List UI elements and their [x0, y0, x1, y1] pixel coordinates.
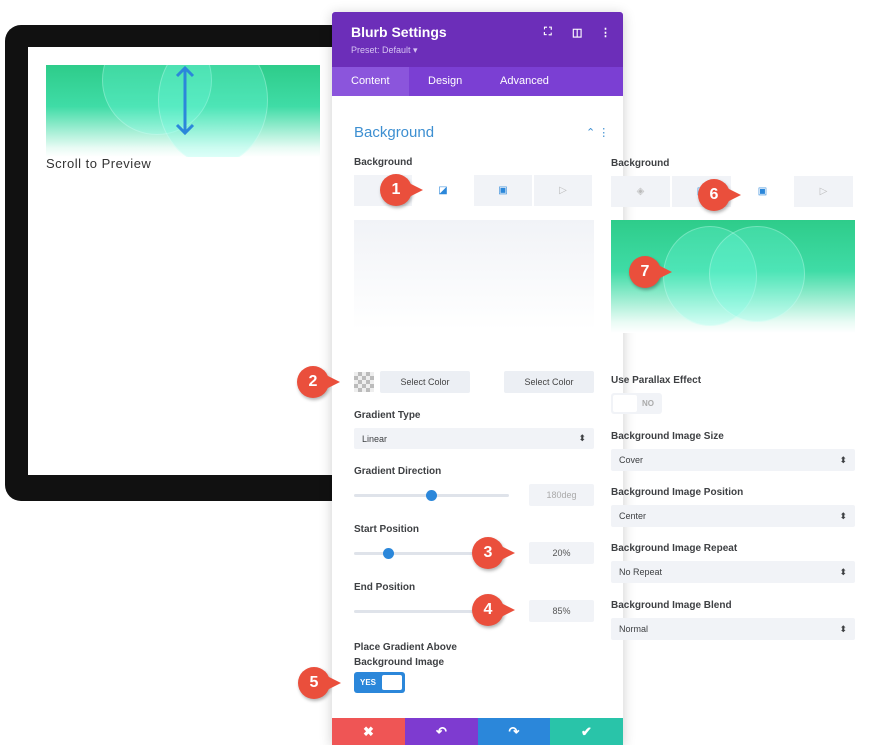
tab-design[interactable]: Design [409, 67, 481, 96]
transparent-swatch[interactable] [354, 372, 374, 392]
gradient-type-select[interactable]: Linear ⬍ [354, 428, 594, 449]
select-value: Normal [619, 624, 649, 634]
end-position-label: End Position [354, 582, 416, 593]
image-icon: ▣ [757, 186, 768, 197]
image-position-select[interactable]: Center ⬍ [611, 505, 855, 527]
toggle-value: NO [642, 399, 654, 408]
select-value: No Repeat [619, 567, 663, 577]
cancel-button[interactable]: ✖ [332, 718, 405, 745]
video-icon: ▷ [819, 186, 828, 197]
tab-bar: Content Design Advanced [332, 67, 623, 96]
gradient-icon: ◪ [438, 185, 448, 196]
panel-header: Blurb Settings Preset: Default ▾ ⛶ ◫ ⋮ [332, 12, 623, 67]
redo-button[interactable]: ↷ [478, 718, 550, 745]
preview-image [46, 65, 320, 157]
end-position-value[interactable]: 85% [529, 600, 594, 622]
undo-button[interactable]: ↶ [405, 718, 478, 745]
image-tab[interactable]: ▣ [733, 176, 794, 207]
gradient-type-value: Linear [362, 433, 388, 444]
tab-advanced[interactable]: Advanced [481, 67, 568, 96]
image-icon: ▣ [498, 185, 508, 196]
marker-6: 6 [698, 179, 741, 211]
select-value: Cover [619, 455, 644, 465]
settings-panel: Blurb Settings Preset: Default ▾ ⛶ ◫ ⋮ C… [332, 12, 623, 745]
select-color-end[interactable]: Select Color [504, 371, 594, 393]
right-background-label: Background [611, 158, 670, 169]
panel-title: Blurb Settings [351, 24, 447, 40]
place-gradient-label: Place Gradient Above Background Image [354, 642, 457, 668]
scroll-to-preview: Scroll to Preview [46, 156, 152, 171]
image-blend-select[interactable]: Normal ⬍ [611, 618, 855, 640]
select-color-start[interactable]: Select Color [380, 371, 470, 393]
video-tab[interactable]: ▷ [534, 175, 594, 206]
parallax-label: Use Parallax Effect [611, 375, 702, 386]
gradient-direction-label: Gradient Direction [354, 466, 442, 477]
start-position-label: Start Position [354, 524, 420, 535]
select-value: Center [619, 511, 647, 521]
marker-2: 2 [297, 366, 340, 398]
split-view-icon[interactable]: ◫ [572, 26, 582, 39]
gradient-type-label: Gradient Type [354, 410, 421, 421]
start-position-value[interactable]: 20% [529, 542, 594, 564]
collapse-icon[interactable]: ⌃ ⋮ [586, 126, 609, 139]
color-tab[interactable]: ◈ [611, 176, 672, 207]
more-options-icon[interactable]: ⋮ [600, 26, 611, 39]
video-tab[interactable]: ▷ [794, 176, 855, 207]
image-blend-label: Background Image Blend [611, 600, 732, 611]
paint-bucket-icon: ◈ [636, 186, 645, 197]
slider-knob[interactable] [383, 548, 394, 559]
marker-7: 7 [629, 256, 672, 288]
gradient-direction-value[interactable]: 180deg [529, 484, 594, 506]
gradient-direction-slider[interactable] [354, 490, 509, 501]
parallax-toggle[interactable]: NO [611, 393, 662, 414]
gradient-tab[interactable]: ◪ [414, 175, 474, 206]
toggle-value: YES [360, 678, 377, 687]
marker-3: 3 [472, 537, 515, 569]
tab-content[interactable]: Content [332, 67, 409, 96]
save-button[interactable]: ✔ [550, 718, 623, 745]
marker-1: 1 [380, 174, 423, 206]
preset-dropdown[interactable]: Preset: Default ▾ [351, 45, 418, 56]
video-icon: ▷ [559, 185, 567, 196]
image-tab[interactable]: ▣ [474, 175, 534, 206]
image-size-label: Background Image Size [611, 431, 724, 442]
vertical-arrows-icon [175, 65, 195, 136]
image-repeat-select[interactable]: No Repeat ⬍ [611, 561, 855, 583]
image-position-label: Background Image Position [611, 487, 744, 498]
marker-4: 4 [472, 594, 515, 626]
gradient-preview [354, 220, 594, 330]
image-repeat-label: Background Image Repeat [611, 543, 738, 554]
image-size-select[interactable]: Cover ⬍ [611, 449, 855, 471]
slider-knob[interactable] [426, 490, 437, 501]
background-label: Background [354, 157, 413, 168]
section-title[interactable]: Background [354, 124, 434, 141]
place-gradient-toggle[interactable]: YES [354, 672, 405, 693]
fullscreen-icon[interactable]: ⛶ [544, 26, 552, 39]
marker-5: 5 [298, 667, 341, 699]
